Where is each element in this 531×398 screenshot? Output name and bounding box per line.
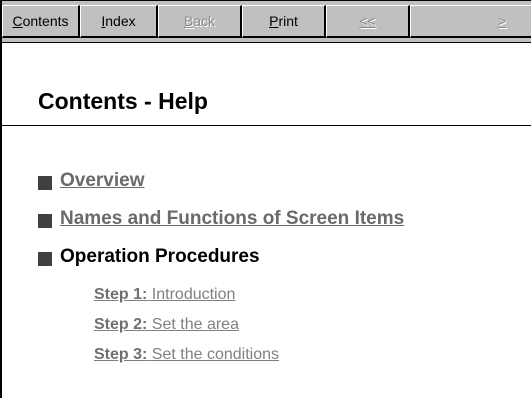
toc-link-names-functions[interactable]: Names and Functions of Screen Items [60, 208, 404, 230]
toc-link-overview[interactable]: Overview [60, 170, 145, 192]
back-button[interactable]: Back [158, 5, 242, 38]
back-mnemonic: B [183, 13, 194, 29]
help-toolbar: Contents Index Back Print < < > [2, 1, 531, 43]
contents-mnemonic: C [12, 13, 23, 29]
step-number: Step 3: [94, 346, 148, 363]
page-header: Contents - Help [2, 43, 531, 126]
previous-mnemonic: < [359, 13, 368, 29]
step-link-3[interactable]: Step 3: Set the conditions [94, 346, 279, 364]
step-link-1[interactable]: Step 1: Introduction [94, 286, 235, 304]
step-text: Introduction [151, 286, 236, 303]
previous-topic-button[interactable]: < < [326, 5, 410, 38]
back-label-rest: ack [193, 13, 216, 29]
previous-label-rest: < [367, 13, 376, 29]
step-number: Step 1: [94, 286, 148, 303]
step-link-2[interactable]: Step 2: Set the area [94, 316, 239, 334]
index-label-rest: ndex [105, 13, 136, 29]
print-button[interactable]: Print [242, 5, 326, 38]
bullet-square-icon [38, 214, 52, 228]
contents-label-rest: ontents [22, 13, 69, 29]
print-label-rest: rint [278, 13, 298, 29]
step-text: Set the area [151, 316, 239, 333]
next-topic-button[interactable]: > [410, 5, 531, 38]
next-mnemonic: > [497, 13, 506, 29]
index-button[interactable]: Index [80, 5, 158, 38]
step-text: Set the conditions [151, 346, 279, 363]
bullet-square-icon [38, 176, 52, 190]
step-number: Step 2: [94, 316, 148, 333]
bullet-square-icon [38, 252, 52, 266]
toc-heading-operation-procedures: Operation Procedures [60, 246, 260, 267]
toc-content: Overview Names and Functions of Screen I… [2, 126, 531, 398]
page-title: Contents - Help [38, 88, 208, 114]
print-mnemonic: P [269, 13, 279, 29]
help-window: Contents Index Back Print < < > Contents … [0, 0, 531, 398]
contents-button[interactable]: Contents [2, 5, 80, 38]
